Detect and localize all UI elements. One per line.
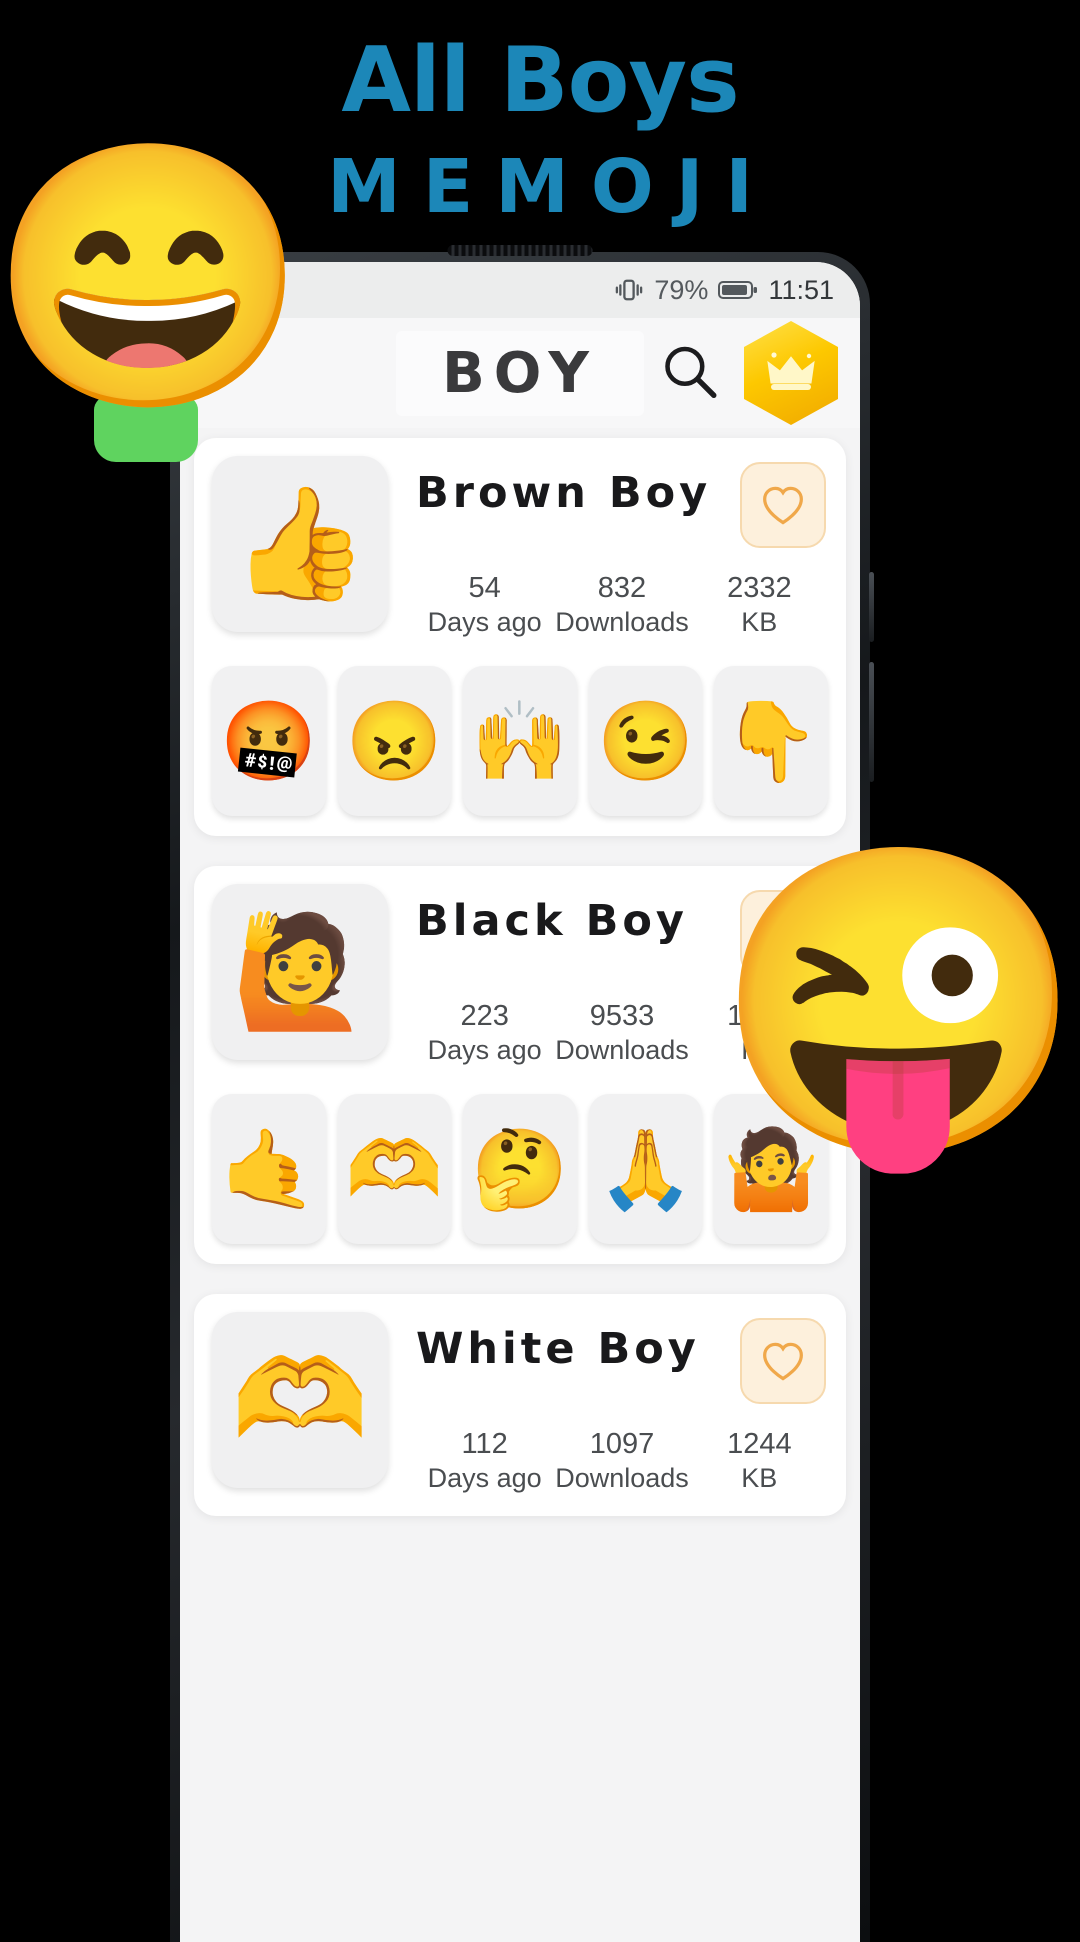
premium-badge bbox=[744, 321, 838, 425]
thumbnail[interactable]: 🤬 bbox=[212, 666, 326, 816]
thumbnail[interactable]: 🙏 bbox=[588, 1094, 703, 1244]
decoration-memoji-right: 😜 bbox=[712, 834, 1080, 1170]
stat-label: Days ago bbox=[427, 1035, 542, 1066]
thumbnail[interactable]: 🤔 bbox=[463, 1094, 577, 1244]
thumbnail[interactable]: 😠 bbox=[337, 666, 452, 816]
premium-button[interactable] bbox=[744, 321, 838, 425]
vibrate-icon bbox=[614, 276, 644, 304]
favorite-button[interactable] bbox=[740, 462, 826, 548]
heart-icon bbox=[763, 1342, 803, 1381]
stat-value: 54 bbox=[468, 572, 501, 604]
status-time: 11:51 bbox=[768, 274, 834, 305]
power-button[interactable] bbox=[869, 662, 874, 782]
card-hero-image: 🫶 bbox=[212, 1312, 388, 1488]
card-thumbnail-strip: 🤬 😠 🙌 😉 👇 bbox=[212, 666, 828, 816]
thumbnail[interactable]: 😉 bbox=[588, 666, 703, 816]
card-stats: 54 Days ago 832 Downloads 2332 KB bbox=[416, 570, 828, 640]
stat-value: 2332 bbox=[727, 572, 792, 604]
stat-label: Days ago bbox=[427, 1463, 542, 1494]
stat-item: 223 Days ago bbox=[416, 998, 553, 1068]
battery-icon bbox=[718, 279, 758, 301]
search-button[interactable] bbox=[658, 340, 720, 407]
stat-item: 54 Days ago bbox=[416, 570, 553, 640]
stat-item: 9533 Downloads bbox=[553, 998, 690, 1068]
crown-icon bbox=[767, 352, 815, 390]
promo-title: All Boys bbox=[341, 28, 739, 133]
battery-percent: 79% bbox=[654, 274, 709, 305]
stat-label: Downloads bbox=[555, 1463, 689, 1494]
stat-item: 112 Days ago bbox=[416, 1426, 553, 1496]
stat-value: 223 bbox=[460, 1000, 509, 1032]
stat-value: 112 bbox=[461, 1428, 508, 1460]
heart-icon bbox=[763, 486, 803, 525]
stat-label: KB bbox=[741, 607, 778, 638]
memoji-card[interactable]: 👍 Brown Boy 54 Days ago 832 Downloads 23… bbox=[194, 438, 846, 836]
memoji-list[interactable]: 👍 Brown Boy 54 Days ago 832 Downloads 23… bbox=[180, 428, 860, 1942]
card-hero-image: 👍 bbox=[212, 456, 388, 632]
card-hero-image: 🙋 bbox=[212, 884, 388, 1060]
app-title-container: BOY bbox=[396, 330, 644, 416]
stat-item: 2332 KB bbox=[691, 570, 828, 640]
stat-value: 1097 bbox=[589, 1428, 655, 1460]
volume-button[interactable] bbox=[869, 572, 874, 642]
stat-item: 1244 KB bbox=[691, 1426, 828, 1496]
memoji-card[interactable]: 🫶 White Boy 112 Days ago 1097 Downloads … bbox=[194, 1294, 846, 1516]
stat-label: KB bbox=[741, 1463, 778, 1494]
thumbnail[interactable]: 🫶 bbox=[337, 1094, 452, 1244]
stat-value: 1244 bbox=[727, 1428, 792, 1460]
favorite-button[interactable] bbox=[740, 1318, 826, 1404]
thumbnail[interactable]: 🙌 bbox=[463, 666, 577, 816]
card-stats: 112 Days ago 1097 Downloads 1244 KB bbox=[416, 1426, 828, 1496]
stat-value: 9533 bbox=[589, 1000, 655, 1032]
app-title: BOY bbox=[442, 340, 598, 406]
stat-label: Downloads bbox=[555, 1035, 689, 1066]
stat-label: Downloads bbox=[555, 607, 689, 638]
search-icon bbox=[665, 346, 717, 398]
thumbnail[interactable]: 👇 bbox=[714, 666, 828, 816]
stat-label: Days ago bbox=[427, 607, 542, 638]
stat-item: 1097 Downloads bbox=[553, 1426, 690, 1496]
stat-item: 832 Downloads bbox=[553, 570, 690, 640]
stat-value: 832 bbox=[597, 572, 647, 604]
decoration-memoji-left: 😄 bbox=[0, 132, 310, 421]
thumbnail[interactable]: 🤙 bbox=[212, 1094, 326, 1244]
